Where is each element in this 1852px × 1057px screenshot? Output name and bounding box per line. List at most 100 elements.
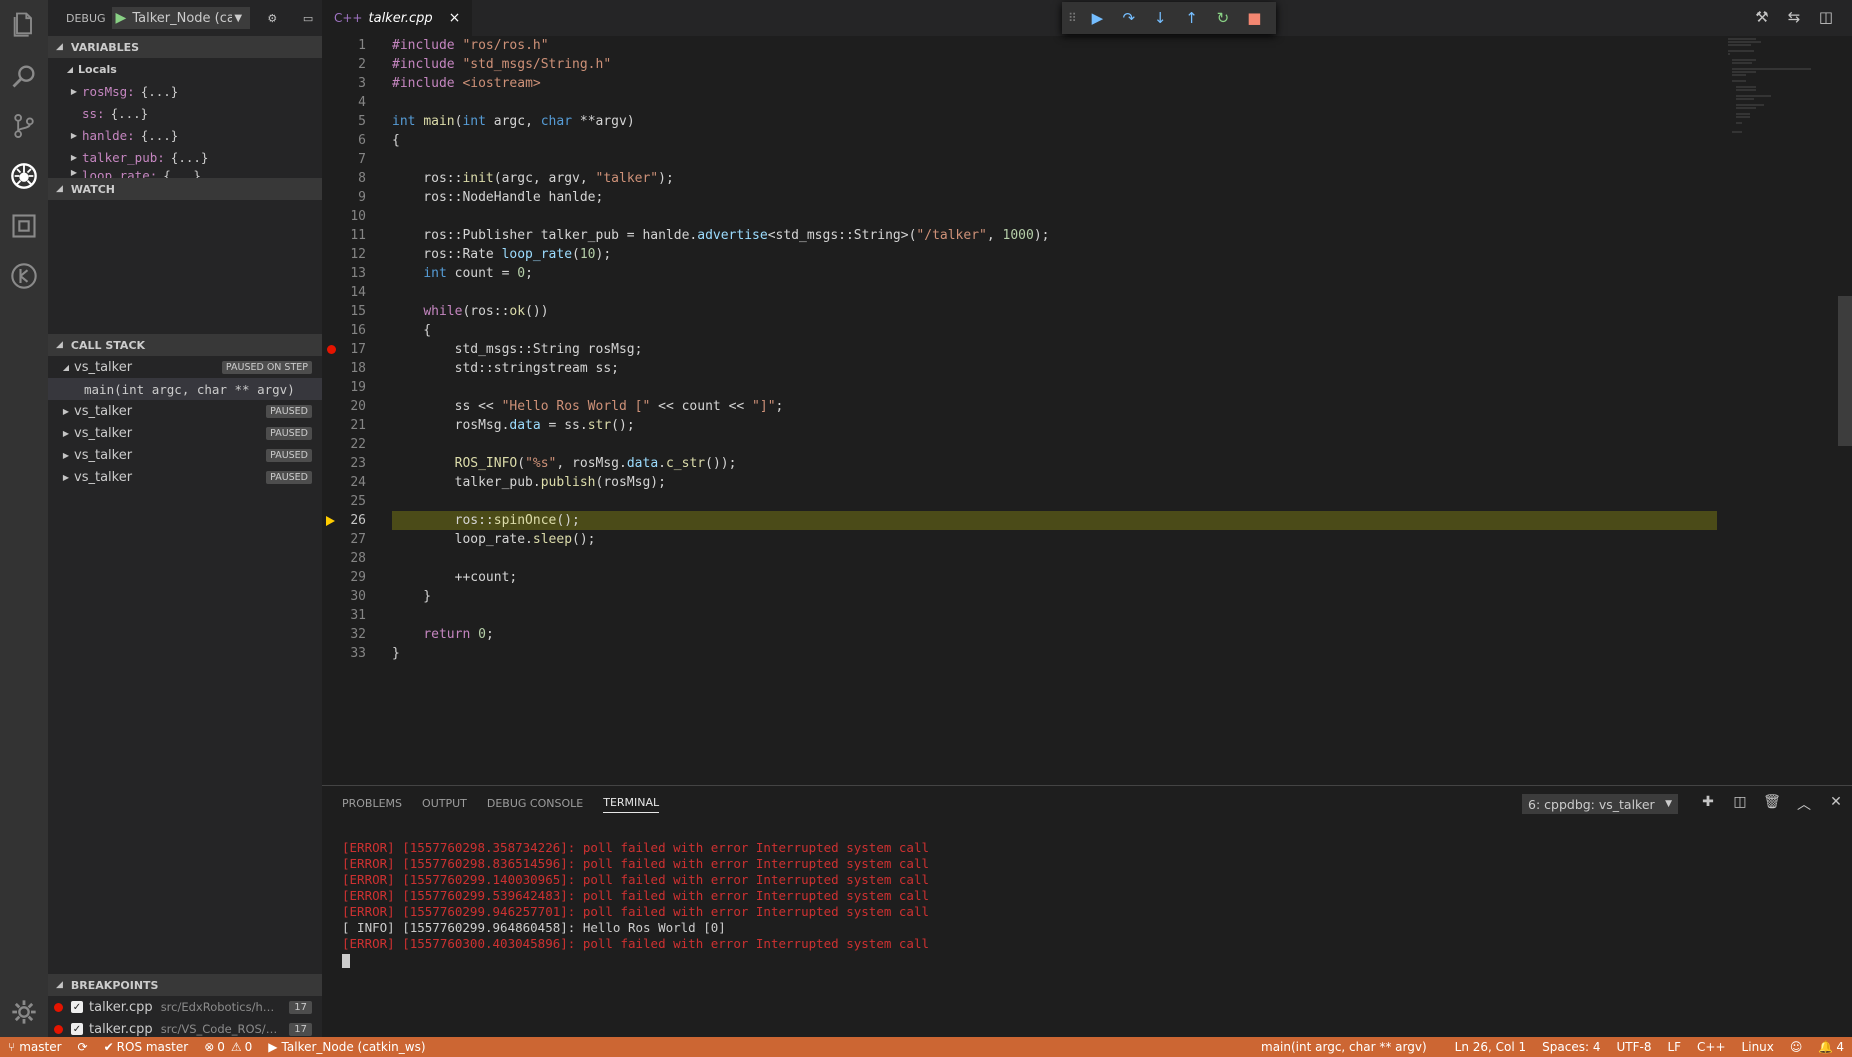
code-line[interactable]: 11 ros::Publisher talker_pub = hanlde.ad… [322,226,1722,245]
breakpoints-section-header[interactable]: ◢ BREAKPOINTS [48,974,322,996]
hammer-icon[interactable]: ⚒ [1746,8,1778,26]
code-line[interactable]: 3 #include <iostream> [322,74,1722,93]
code-line[interactable]: 9 ros::NodeHandle hanlde; [322,188,1722,207]
platform[interactable]: Linux [1734,1040,1782,1054]
split-terminal-icon[interactable]: ◫ [1724,794,1756,814]
code-line[interactable]: 33} [322,644,1722,663]
debug-console-icon[interactable]: ▭ [294,7,322,29]
tab-problems[interactable]: PROBLEMS [342,786,402,820]
variable-row[interactable]: ▶ rosMsg: {...} [48,80,322,102]
debug-settings-gear-icon[interactable]: ⚙ [258,7,286,29]
code-line[interactable]: 4 [322,93,1722,112]
indentation[interactable]: Spaces: 4 [1534,1040,1608,1054]
call-stack-thread[interactable]: ▶ vs_talker PAUSED [48,444,322,466]
current-function[interactable]: main(int argc, char ** argv) [1253,1040,1435,1054]
tab-terminal[interactable]: TERMINAL [603,793,660,813]
code-line[interactable]: 15 while(ros::ok()) [322,302,1722,321]
code-line[interactable]: 23 ROS_INFO("%s", rosMsg.data.c_str()); [322,454,1722,473]
terminal-output[interactable]: [ERROR] [1557760298.358734226]: poll fai… [342,840,929,968]
maximize-panel-icon[interactable]: ︿ [1788,794,1820,814]
code-line[interactable]: 21 rosMsg.data = ss.str(); [322,416,1722,435]
code-line[interactable]: 25 [322,492,1722,511]
call-stack-thread[interactable]: ◢ vs_talker PAUSED ON STEP [48,356,322,378]
launch-indicator[interactable]: ▶ Talker_Node (catkin_ws) [260,1040,433,1054]
step-out-icon[interactable]: ↑ [1176,9,1207,27]
code-line[interactable]: 8 ros::init(argc, argv, "talker"); [322,169,1722,188]
gear-icon[interactable] [0,988,48,1036]
ros-status[interactable]: ✔ ROS master [96,1040,197,1054]
code-line[interactable]: 5 int main(int argc, char **argv) [322,112,1722,131]
code-line[interactable]: 22 [322,435,1722,454]
notifications[interactable]: 🔔 4 [1810,1040,1852,1054]
breakpoint-item[interactable]: ✓ talker.cpp src/EdxRobotics/hell... 17 [48,996,322,1018]
start-debug-icon[interactable]: ▶ [116,10,127,26]
problems-indicator[interactable]: ⊗ 0 ⚠ 0 [196,1040,260,1054]
terminal-select[interactable]: 6: cppdbg: vs_talker ▼ [1522,794,1678,814]
code-line[interactable]: 24 talker_pub.publish(rosMsg); [322,473,1722,492]
minimap[interactable] [1726,36,1836,136]
split-editor-icon[interactable]: ◫ [1810,8,1842,26]
step-into-icon[interactable]: ↓ [1144,9,1175,27]
locals-scope[interactable]: ◢ Locals [48,58,322,80]
code-line[interactable]: 7 [322,150,1722,169]
code-line[interactable]: 19 [322,378,1722,397]
code-line[interactable]: 1 #include "ros/ros.h" [322,36,1722,55]
breakpoint-checkbox[interactable]: ✓ [71,1001,83,1013]
code-line[interactable]: 28 [322,549,1722,568]
restart-icon[interactable]: ↻ [1207,9,1238,27]
tab-talker-cpp[interactable]: C++ talker.cpp × [322,0,474,36]
variables-section-header[interactable]: ◢ VARIABLES [48,36,322,58]
debug-icon[interactable] [0,152,48,200]
branch-indicator[interactable]: ⑂ master [0,1040,70,1054]
launch-config-select[interactable]: ▶ Talker_Node (ca ▼ [111,7,251,29]
code-line[interactable]: 6{ [322,131,1722,150]
new-terminal-icon[interactable]: ✚ [1692,794,1724,814]
tab-debug-console[interactable]: DEBUG CONSOLE [487,786,583,820]
compare-changes-icon[interactable]: ⇆ [1778,8,1810,26]
code-line[interactable]: 18 std::stringstream ss; [322,359,1722,378]
breakpoint-item[interactable]: ✓ talker.cpp src/VS_Code_ROS/he... 17 [48,1018,322,1037]
code-line[interactable]: 32 return 0; [322,625,1722,644]
terminal-prompt[interactable] [342,952,929,968]
variable-row[interactable]: ▶ hanlde: {...} [48,124,322,146]
code-editor[interactable]: 1 #include "ros/ros.h" 2 #include "std_msg… [322,36,1852,785]
code-line[interactable]: 2 #include "std_msgs/String.h" [322,55,1722,74]
variable-row[interactable]: ▶ loop_rate: {...} [48,168,322,178]
cursor-position[interactable]: Ln 26, Col 1 [1447,1040,1535,1054]
call-stack-frame[interactable]: main(int argc, char ** argv) [48,378,322,400]
ros-icon[interactable] [0,252,48,300]
variable-row[interactable]: ss: {...} [48,102,322,124]
code-line[interactable]: 14 [322,283,1722,302]
trash-icon[interactable]: 🗑 [1756,794,1788,814]
code-line[interactable]: 16 { [322,321,1722,340]
close-icon[interactable]: × [449,10,461,26]
end-of-line[interactable]: LF [1659,1040,1689,1054]
watch-section-header[interactable]: ◢ WATCH [48,178,322,200]
code-line[interactable]: 29 ++count; [322,568,1722,587]
tab-output[interactable]: OUTPUT [422,786,467,820]
code-line[interactable]: 12 ros::Rate loop_rate(10); [322,245,1722,264]
sync-icon[interactable]: ⟳ [70,1040,96,1054]
source-control-icon[interactable] [0,102,48,150]
stop-icon[interactable]: ■ [1239,9,1270,27]
drag-handle-icon[interactable]: ⠿ [1068,11,1082,25]
variable-row[interactable]: ▶ talker_pub: {...} [48,146,322,168]
call-stack-thread[interactable]: ▶ vs_talker PAUSED [48,422,322,444]
code-line[interactable]: 31 [322,606,1722,625]
feedback-smiley-icon[interactable]: ☺ [1782,1040,1811,1054]
code-line[interactable]: 17 std_msgs::String rosMsg; [322,340,1722,359]
editor-scrollbar[interactable] [1838,36,1852,785]
code-line[interactable]: 13 int count = 0; [322,264,1722,283]
scrollbar-thumb[interactable] [1838,296,1852,446]
search-icon[interactable] [0,52,48,100]
call-stack-thread[interactable]: ▶ vs_talker PAUSED [48,466,322,488]
current-execution-line[interactable]: 26 ros::spinOnce(); [322,511,1722,530]
encoding[interactable]: UTF-8 [1608,1040,1659,1054]
explorer-icon[interactable] [0,0,48,48]
language-mode[interactable]: C++ [1689,1040,1734,1054]
call-stack-thread[interactable]: ▶ vs_talker PAUSED [48,400,322,422]
code-line[interactable]: 27 loop_rate.sleep(); [322,530,1722,549]
continue-icon[interactable]: ▶︎ [1082,9,1113,27]
call-stack-section-header[interactable]: ◢ CALL STACK [48,334,322,356]
step-over-icon[interactable]: ↷ [1113,9,1144,27]
